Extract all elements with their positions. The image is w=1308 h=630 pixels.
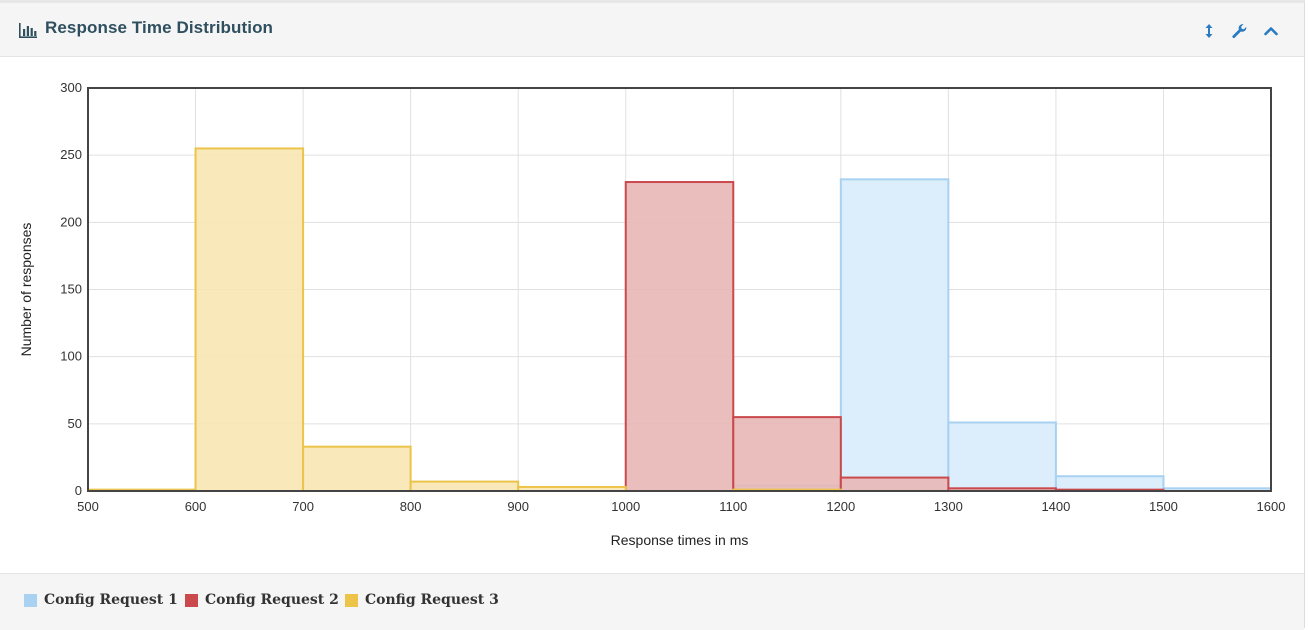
panel-header: Response Time Distribution — [0, 3, 1304, 57]
y-tick-label: 300 — [60, 80, 82, 95]
histogram-bar-series-1[interactable] — [947, 421, 1057, 492]
y-axis-title: Number of responses — [18, 223, 34, 357]
x-tick-label: 1000 — [611, 499, 640, 514]
legend-swatch-config-request-3 — [345, 593, 358, 607]
x-tick-label: 1300 — [934, 499, 963, 514]
histogram-bar-series-3[interactable] — [302, 445, 412, 493]
chevron-up-icon[interactable] — [1262, 22, 1280, 40]
y-tick-labels: 0 50 100 150 200 250 300 — [60, 80, 82, 498]
y-tick-label: 200 — [60, 214, 82, 229]
x-tick-label: 1400 — [1041, 499, 1070, 514]
x-tick-label: 500 — [77, 499, 99, 514]
y-tick-label: 100 — [60, 349, 82, 364]
histogram-bar-series-2[interactable] — [732, 416, 842, 492]
resize-vertical-icon[interactable] — [1200, 22, 1218, 40]
x-tick-label: 700 — [292, 499, 314, 514]
legend-label: Config Request 2 — [205, 592, 339, 608]
x-tick-labels: 500 600 700 800 900 1000 1100 1200 1300 1400 1500 1… — [77, 499, 1285, 514]
histogram-bar-series-2[interactable] — [624, 181, 735, 493]
legend-item-config-request-3[interactable]: Config Request 3 — [345, 591, 499, 609]
x-tick-label: 600 — [185, 499, 207, 514]
bars-layer — [87, 147, 1273, 493]
x-tick-label: 1500 — [1149, 499, 1178, 514]
x-tick-label: 1200 — [826, 499, 855, 514]
wrench-icon[interactable] — [1230, 22, 1248, 40]
x-axis-title: Response times in ms — [611, 532, 749, 548]
histogram-bar-series-3[interactable] — [409, 480, 520, 493]
histogram-chart-area: 500 600 700 800 900 1000 1100 1200 1300 1400 1500 1… — [0, 57, 1304, 573]
y-tick-label: 0 — [75, 483, 82, 498]
legend-label: Config Request 1 — [44, 592, 178, 608]
legend: Config Request 1 Config Request 2 Config… — [0, 573, 1304, 630]
histogram-bar-series-1[interactable] — [839, 178, 950, 492]
histogram-chart: 500 600 700 800 900 1000 1100 1200 1300 1400 1500 1… — [18, 80, 1285, 548]
x-tick-label: 900 — [507, 499, 529, 514]
legend-item-config-request-1[interactable]: Config Request 1 — [24, 591, 178, 609]
legend-item-config-request-2[interactable]: Config Request 2 — [185, 591, 339, 609]
y-tick-label: 50 — [68, 416, 82, 431]
legend-label: Config Request 3 — [365, 592, 499, 608]
legend-swatch-config-request-2 — [185, 593, 198, 607]
histogram-bar-series-3[interactable] — [194, 147, 305, 492]
x-tick-label: 1600 — [1257, 499, 1286, 514]
x-tick-label: 1100 — [719, 499, 747, 514]
bar-chart-icon — [19, 23, 37, 38]
legend-swatch-config-request-1 — [24, 593, 37, 607]
panel-title: Response Time Distribution — [45, 18, 274, 37]
histogram-bar-series-2[interactable] — [839, 476, 950, 493]
x-tick-label: 800 — [400, 499, 422, 514]
y-tick-label: 150 — [60, 282, 82, 297]
response-time-panel: Response Time Distribution 500 600 700 800 9… — [0, 0, 1305, 630]
y-tick-label: 250 — [60, 147, 82, 162]
